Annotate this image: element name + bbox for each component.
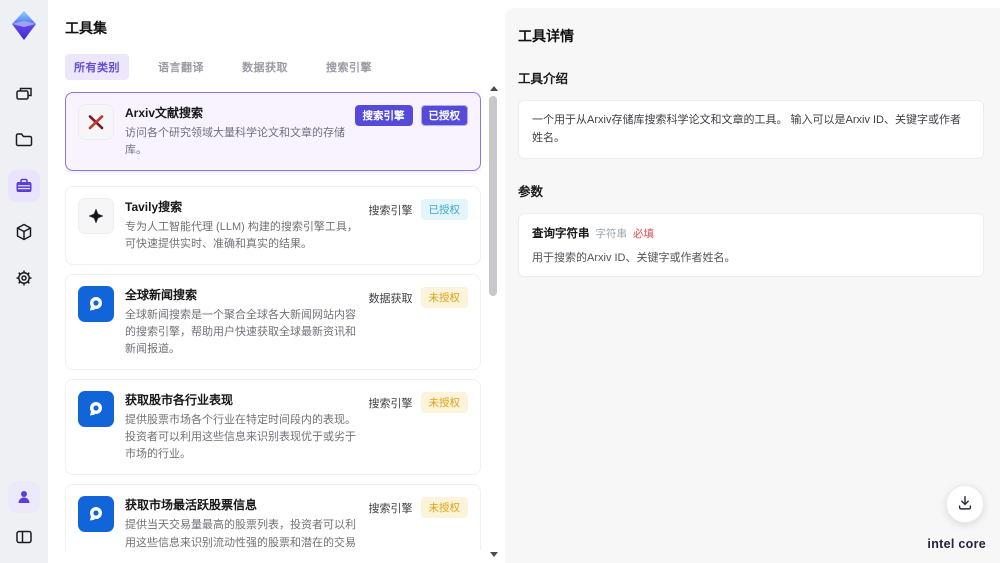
status-badge: 未授权 — [420, 497, 468, 519]
detail-title: 工具详情 — [518, 28, 574, 44]
intro-text: 一个用于从Arxiv存储库搜索科学论文和文章的工具。 输入可以是Arxiv ID… — [532, 114, 961, 144]
category-label: 数据获取 — [368, 292, 413, 305]
sidebar — [0, 0, 48, 563]
category-label: 搜索引擎 — [368, 204, 413, 217]
tool-card-global-news[interactable]: 全球新闻搜索 全球新闻搜索是一个聚合全球各大新闻网站内容的搜索引擎，帮助用户快速… — [65, 274, 481, 371]
scrollbar[interactable] — [488, 86, 498, 557]
gear-icon — [14, 268, 34, 288]
news-q-icon — [78, 286, 114, 323]
tool-name: 获取市场最活跃股票信息 — [125, 498, 258, 513]
sidebar-bottom — [8, 481, 40, 553]
briefcase-icon — [14, 176, 34, 196]
scroll-down-arrow[interactable] — [490, 552, 498, 557]
category-tabs: 所有类别 语言翻译 数据获取 搜索引擎 — [65, 54, 481, 80]
download-button[interactable] — [946, 485, 984, 523]
sidebar-item-tools[interactable] — [8, 170, 40, 202]
tab-search-engine[interactable]: 搜索引擎 — [317, 54, 381, 80]
category-badge: 搜索引擎 — [354, 105, 413, 126]
sidebar-item-collapse[interactable] — [8, 521, 40, 553]
status-badge: 未授权 — [420, 287, 468, 309]
intel-core-logo: intel core — [927, 537, 986, 551]
scroll-thumb[interactable] — [489, 96, 497, 296]
page-title: 工具集 — [65, 20, 107, 36]
params-heading: 参数 — [518, 185, 544, 200]
tool-name: 全球新闻搜索 — [125, 288, 198, 303]
status-badge: 已授权 — [420, 199, 468, 221]
news-q-icon — [78, 496, 114, 533]
tool-description: 全球新闻搜索是一个聚合全球各大新闻网站内容的搜索引擎，帮助用户快速获取全球最新资… — [125, 309, 356, 356]
arxiv-logo-icon — [78, 104, 114, 140]
intro-card: 一个用于从Arxiv存储库搜索科学论文和文章的工具。 输入可以是Arxiv ID… — [518, 100, 984, 160]
tool-description: 访问各个研究领域大量科学论文和文章的存储库。 — [125, 127, 345, 157]
tool-description: 提供股票市场各个行业在特定时间段内的表现。投资者可以利用这些信息来识别表现优于或… — [125, 414, 356, 461]
category-label: 搜索引擎 — [368, 502, 413, 515]
app-window: 工具集 所有类别 语言翻译 数据获取 搜索引擎 Arxiv文献搜索 访问各个研究… — [0, 0, 1000, 563]
tool-card-tavily[interactable]: Tavily搜索 专为人工智能代理 (LLM) 构建的搜索引擎工具，可快速提供实… — [65, 186, 481, 266]
tool-detail-panel: 工具详情 工具介绍 一个用于从Arxiv存储库搜索科学论文和文章的工具。 输入可… — [505, 8, 1000, 563]
tool-name: Tavily搜索 — [125, 200, 183, 215]
tool-card-arxiv[interactable]: Arxiv文献搜索 访问各个研究领域大量科学论文和文章的存储库。 搜索引擎 已授… — [65, 92, 481, 172]
tool-description: 专为人工智能代理 (LLM) 构建的搜索引擎工具，可快速提供实时、准确和真实的结… — [125, 221, 358, 251]
param-type: 字符串 — [595, 228, 628, 241]
status-badge: 已授权 — [420, 105, 468, 126]
param-required-badge: 必填 — [633, 228, 654, 241]
param-card: 查询字符串 字符串 必填 用于搜索的Arxiv ID、关键字或作者姓名。 — [518, 213, 984, 278]
tool-card-sector-performance[interactable]: 获取股市各行业表现 提供股票市场各个行业在特定时间段内的表现。投资者可以利用这些… — [65, 379, 481, 476]
tool-name: 获取股市各行业表现 — [125, 393, 234, 408]
panel-toggle-icon — [14, 527, 34, 547]
app-logo — [6, 8, 42, 44]
sidebar-item-chat[interactable] — [8, 78, 40, 110]
param-description: 用于搜索的Arxiv ID、关键字或作者姓名。 — [532, 252, 736, 265]
sidebar-item-models[interactable] — [8, 216, 40, 248]
cube-icon — [14, 222, 34, 242]
tool-list: Arxiv文献搜索 访问各个研究领域大量科学论文和文章的存储库。 搜索引擎 已授… — [65, 92, 481, 550]
sidebar-item-settings[interactable] — [8, 262, 40, 294]
tab-data-fetching[interactable]: 数据获取 — [233, 54, 297, 80]
scroll-up-arrow[interactable] — [490, 86, 498, 91]
tool-list-panel: 工具集 所有类别 语言翻译 数据获取 搜索引擎 Arxiv文献搜索 访问各个研究… — [48, 0, 505, 563]
news-q-icon — [78, 391, 114, 428]
sidebar-nav — [8, 78, 40, 294]
sidebar-item-profile[interactable] — [8, 481, 40, 513]
folder-icon — [14, 130, 34, 150]
tool-card-most-active-stocks[interactable]: 获取市场最活跃股票信息 提供当天交易量最高的股票列表，投资者可以利用这些信息来识… — [65, 484, 481, 550]
tool-description: 提供当天交易量最高的股票列表，投资者可以利用这些信息来识别流动性强的股票和潜在的… — [125, 519, 356, 549]
tool-name: Arxiv文献搜索 — [125, 106, 204, 120]
intro-heading: 工具介绍 — [518, 72, 569, 86]
download-icon — [956, 494, 974, 515]
user-icon — [15, 488, 33, 506]
tab-all-categories[interactable]: 所有类别 — [65, 54, 129, 80]
chat-icon — [14, 84, 34, 104]
tavily-star-icon — [78, 198, 114, 235]
sidebar-item-files[interactable] — [8, 124, 40, 156]
tab-language-translation[interactable]: 语言翻译 — [149, 54, 213, 80]
param-name: 查询字符串 — [532, 228, 590, 241]
category-label: 搜索引擎 — [368, 397, 413, 410]
status-badge: 未授权 — [420, 392, 468, 414]
